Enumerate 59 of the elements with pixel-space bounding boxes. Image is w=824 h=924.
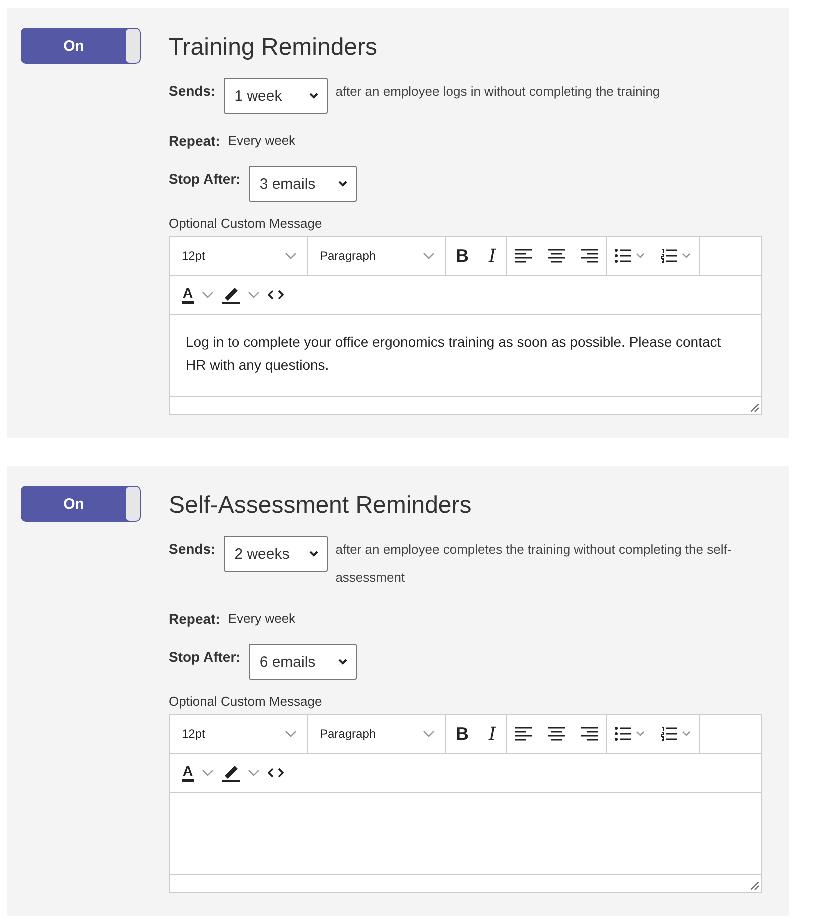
align-center-icon[interactable] xyxy=(548,727,566,741)
bullet-list-icon[interactable] xyxy=(615,249,646,263)
description-text: after an employee logs in without completing the training xyxy=(336,83,660,101)
email-count-select[interactable]: 3 emails xyxy=(248,166,357,202)
font-size-dropdown[interactable]: 12pt xyxy=(170,715,308,753)
align-left-icon[interactable] xyxy=(515,727,532,741)
field-label: Stop After: xyxy=(169,648,241,667)
chevron-down-icon xyxy=(308,550,319,558)
chevron-down-icon xyxy=(308,92,319,100)
email-count-select[interactable]: 6 emails xyxy=(248,644,357,680)
numbered-list-icon[interactable] xyxy=(661,727,692,741)
field-label: Optional Custom Message xyxy=(169,216,324,231)
field-label: Stop After: xyxy=(169,170,241,189)
chevron-down-icon xyxy=(285,252,297,260)
toggle-switch[interactable]: On xyxy=(21,28,141,64)
chevron-down-icon[interactable] xyxy=(202,769,214,777)
repeat-value: Every week xyxy=(228,610,296,628)
field-label: Sends: xyxy=(169,540,216,559)
code-icon[interactable] xyxy=(268,290,284,300)
chevron-down-icon[interactable] xyxy=(202,291,214,299)
text-color-button[interactable]: A xyxy=(182,286,194,304)
font-size-dropdown[interactable]: 12pt xyxy=(170,237,308,275)
resize-handle-icon[interactable] xyxy=(751,882,759,890)
field-label: Optional Custom Message xyxy=(169,694,324,709)
chevron-down-icon[interactable] xyxy=(248,769,260,777)
chevron-down-icon xyxy=(338,180,348,188)
chevron-down-icon xyxy=(423,730,435,738)
field-label: Repeat: xyxy=(169,132,220,151)
bold-button[interactable]: B xyxy=(454,724,471,744)
text-color-button[interactable]: A xyxy=(182,764,194,782)
italic-button[interactable]: I xyxy=(487,724,498,744)
duration-select[interactable]: 1 week xyxy=(224,78,328,114)
bold-button[interactable]: B xyxy=(454,246,471,266)
message-text[interactable]: Log in to complete your office ergonomics training as soon as possible. Please contact HR with any questions. xyxy=(186,331,745,377)
bullet-list-icon[interactable] xyxy=(615,727,646,741)
chevron-down-icon[interactable] xyxy=(248,291,260,299)
align-right-icon[interactable] xyxy=(581,249,598,263)
align-left-icon[interactable] xyxy=(515,249,532,263)
repeat-value: Every week xyxy=(228,132,296,150)
chevron-down-icon xyxy=(423,252,435,260)
toggle-switch[interactable]: On xyxy=(21,486,141,522)
chevron-down-icon xyxy=(285,730,297,738)
chevron-down-icon xyxy=(338,658,348,666)
section-title: Self-Assessment Reminders xyxy=(169,492,473,520)
duration-select[interactable]: 2 weeks xyxy=(224,536,328,572)
block-format-dropdown[interactable]: Paragraph xyxy=(308,237,446,275)
align-right-icon[interactable] xyxy=(581,727,598,741)
block-format-dropdown[interactable]: Paragraph xyxy=(308,715,446,753)
highlighter-icon[interactable] xyxy=(222,764,240,782)
align-center-icon[interactable] xyxy=(548,249,566,263)
description-text: after an employee completes the training without completing the self-assessment xyxy=(336,541,733,587)
code-icon[interactable] xyxy=(268,768,284,778)
numbered-list-icon[interactable] xyxy=(661,249,692,263)
italic-button[interactable]: I xyxy=(487,246,498,266)
section-title: Training Reminders xyxy=(169,34,379,62)
highlighter-icon[interactable] xyxy=(222,286,240,304)
resize-handle-icon[interactable] xyxy=(751,404,759,412)
field-label: Sends: xyxy=(169,82,216,101)
field-label: Repeat: xyxy=(169,610,220,629)
